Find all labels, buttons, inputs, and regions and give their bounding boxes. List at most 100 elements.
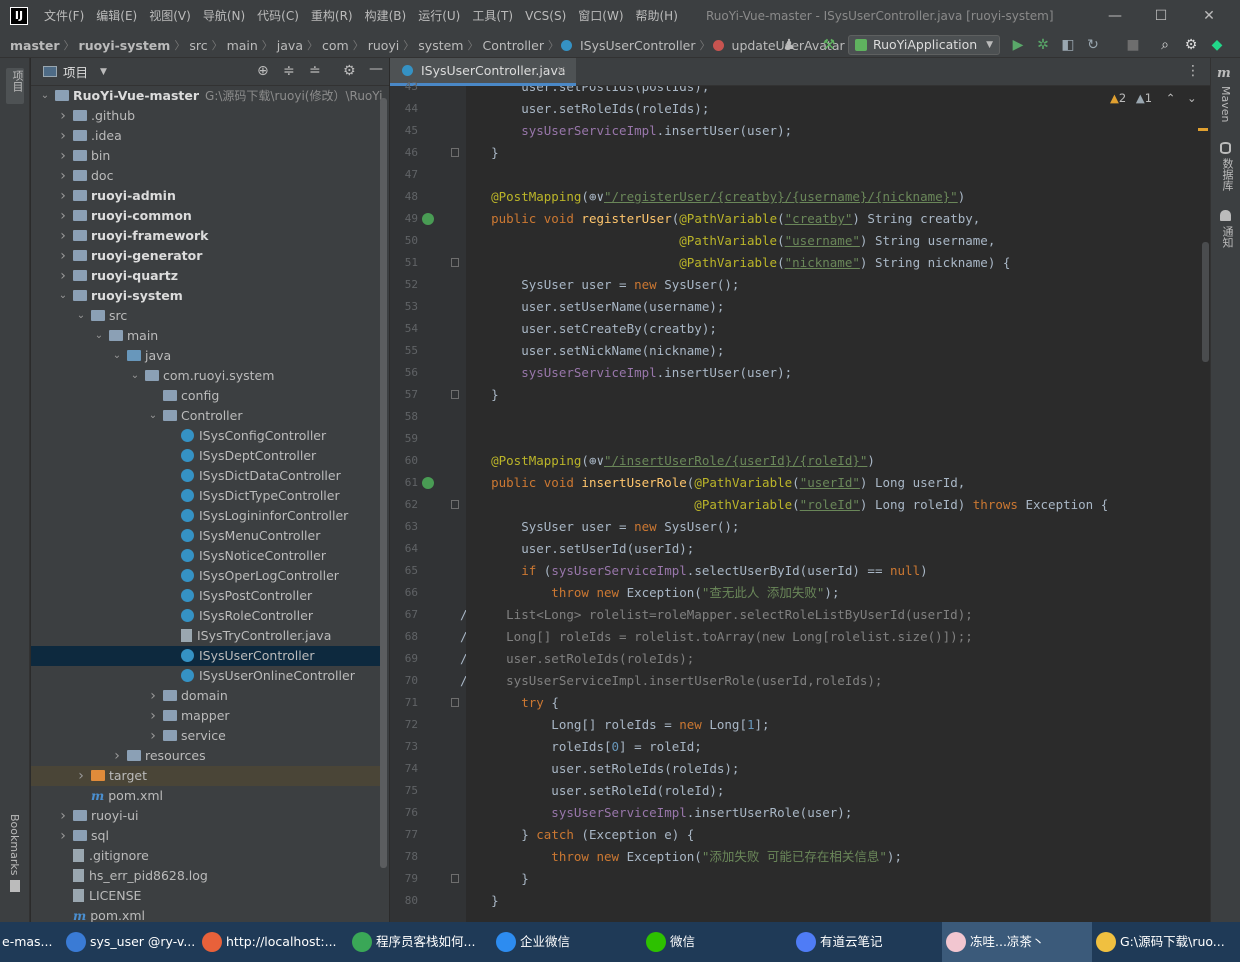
breadcrumb-item[interactable]: ISysUserController: [576, 38, 700, 53]
code-line[interactable]: if (sysUserServiceImpl.selectUserById(us…: [466, 560, 927, 582]
taskbar-item[interactable]: 冻哇...凉茶丶: [942, 922, 1092, 962]
tree-item[interactable]: › target: [31, 766, 383, 786]
code-line[interactable]: public void registerUser(@PathVariable("…: [466, 208, 980, 230]
tree-item[interactable]: ⌄ main: [31, 326, 383, 346]
tree-item[interactable]: › .github: [31, 106, 383, 126]
menu-item-3[interactable]: 导航(N): [197, 0, 251, 32]
tree-item[interactable]: › resources: [31, 746, 383, 766]
tree-item[interactable]: › .idea: [31, 126, 383, 146]
taskbar-item[interactable]: http://localhost:...: [198, 922, 348, 962]
coverage-icon[interactable]: ◧: [1057, 32, 1079, 58]
tree-item[interactable]: ISysLogininforController: [31, 506, 383, 526]
code-line[interactable]: user.setCreateBy(creatby);: [466, 318, 717, 340]
code-line[interactable]: user.setUserId(userId);: [466, 538, 694, 560]
code-line[interactable]: Long[] roleIds = new Long[1];: [466, 714, 769, 736]
project-tool-button[interactable]: 项目: [6, 68, 24, 104]
run-icon[interactable]: ▶: [1007, 32, 1029, 58]
breadcrumb-item[interactable]: Controller: [479, 38, 549, 53]
toolbox-icon[interactable]: ◆: [1206, 32, 1228, 58]
tree-item[interactable]: ISysOperLogController: [31, 566, 383, 586]
collapse-arrow-icon[interactable]: ›: [57, 246, 69, 266]
collapse-arrow-icon[interactable]: ›: [147, 726, 159, 746]
bookmark-icon[interactable]: [10, 880, 20, 892]
collapse-all-icon[interactable]: ≐: [309, 63, 321, 79]
collapse-arrow-icon[interactable]: ›: [57, 826, 69, 846]
close-tab-icon[interactable]: ✕: [557, 58, 566, 84]
tree-item[interactable]: ISysConfigController: [31, 426, 383, 446]
tree-item[interactable]: › ruoyi-framework: [31, 226, 383, 246]
menu-item-2[interactable]: 视图(V): [143, 0, 197, 32]
taskbar-item[interactable]: e-mas...: [0, 922, 62, 962]
tree-item[interactable]: › service: [31, 726, 383, 746]
collapse-arrow-icon[interactable]: ›: [57, 266, 69, 286]
fold-marker-icon[interactable]: [451, 698, 459, 707]
code-line[interactable]: @PostMapping(⊕∨"/insertUserRole/{userId}…: [466, 450, 875, 472]
tree-item[interactable]: › ruoyi-generator: [31, 246, 383, 266]
code-line[interactable]: }: [466, 890, 499, 912]
profile-icon[interactable]: ↻: [1082, 32, 1104, 58]
menu-item-0[interactable]: 文件(F): [38, 0, 90, 32]
code-editor[interactable]: ▲2 ▲1 ⌃ ⌄ user.setPostIds(postIds); user…: [466, 86, 1210, 922]
database-tool-label[interactable]: 数据库: [1219, 158, 1235, 191]
menu-item-8[interactable]: 工具(T): [466, 0, 519, 32]
tree-item[interactable]: ISysTryController.java: [31, 626, 383, 646]
tree-item[interactable]: › ruoyi-quartz: [31, 266, 383, 286]
code-line[interactable]: @PathVariable("roleId") Long roleId) thr…: [466, 494, 1108, 516]
panel-settings-gear-icon[interactable]: ⚙: [343, 63, 356, 79]
menu-item-10[interactable]: 窗口(W): [572, 0, 629, 32]
chevron-down-icon[interactable]: ▼: [100, 67, 107, 77]
code-line[interactable]: user.setRoleIds(roleIds);: [466, 758, 739, 780]
tree-item[interactable]: › ruoyi-admin: [31, 186, 383, 206]
menu-item-1[interactable]: 编辑(E): [90, 0, 143, 32]
breadcrumb-item[interactable]: com: [318, 38, 353, 53]
code-line[interactable]: throw new Exception("查无此人 添加失败");: [466, 582, 839, 604]
code-line[interactable]: SysUser user = new SysUser();: [466, 274, 739, 296]
breadcrumb-item[interactable]: main: [223, 38, 262, 53]
tree-item[interactable]: › mapper: [31, 706, 383, 726]
collapse-arrow-icon[interactable]: ›: [57, 146, 69, 166]
code-line[interactable]: user.setPostIds(postIds);: [466, 86, 709, 98]
maximize-button[interactable]: ☐: [1138, 0, 1184, 32]
code-line[interactable]: roleIds[0] = roleId;: [466, 736, 702, 758]
tree-item[interactable]: ⌄ java: [31, 346, 383, 366]
collapse-arrow-icon[interactable]: ›: [75, 766, 87, 786]
tree-item[interactable]: ⌄ Controller: [31, 406, 383, 426]
collapse-arrow-icon[interactable]: ›: [57, 166, 69, 186]
code-line[interactable]: SysUser user = new SysUser();: [466, 516, 739, 538]
collapse-arrow-icon[interactable]: ›: [147, 686, 159, 706]
code-line[interactable]: public void insertUserRole (@PathVariable…: [466, 472, 965, 494]
debug-icon[interactable]: ✲: [1032, 32, 1054, 58]
fold-marker-icon[interactable]: [451, 874, 459, 883]
code-line[interactable]: user.setRoleIds(roleIds);: [466, 648, 694, 670]
run-gutter-icon[interactable]: [422, 213, 434, 225]
code-line[interactable]: @PathVariable("nickname") String nicknam…: [466, 252, 1010, 274]
minimize-button[interactable]: —: [1092, 0, 1138, 32]
close-window-button[interactable]: ✕: [1186, 0, 1232, 32]
database-icon[interactable]: [1220, 142, 1231, 154]
notification-bell-icon[interactable]: [1220, 210, 1231, 221]
tree-item[interactable]: ISysPostController: [31, 586, 383, 606]
code-line[interactable]: @PathVariable("username") String usernam…: [466, 230, 995, 252]
tree-item[interactable]: › doc: [31, 166, 383, 186]
expand-arrow-icon[interactable]: ⌄: [75, 306, 87, 326]
collapse-arrow-icon[interactable]: ›: [57, 226, 69, 246]
maven-icon[interactable]: m: [1217, 66, 1231, 81]
taskbar-item[interactable]: 微信: [642, 922, 792, 962]
fold-marker-icon[interactable]: [451, 148, 459, 157]
code-line[interactable]: throw new Exception("添加失败 可能已存在相关信息");: [466, 846, 902, 868]
tree-item[interactable]: ISysUserOnlineController: [31, 666, 383, 686]
breadcrumb-item[interactable]: ruoyi: [364, 38, 404, 53]
tree-item[interactable]: ISysDictTypeController: [31, 486, 383, 506]
maven-tool-label[interactable]: Maven: [1219, 86, 1232, 122]
intellij-logo-icon[interactable]: IJ: [10, 7, 28, 25]
tree-item[interactable]: ⌄ com.ruoyi.system: [31, 366, 383, 386]
expand-arrow-icon[interactable]: ⌄: [147, 406, 159, 426]
tree-item[interactable]: › ruoyi-ui: [31, 806, 383, 826]
tree-item[interactable]: ISysDictDataController: [31, 466, 383, 486]
tree-item[interactable]: › domain: [31, 686, 383, 706]
collapse-arrow-icon[interactable]: ›: [57, 126, 69, 146]
code-line[interactable]: } catch (Exception e) {: [466, 824, 694, 846]
tree-item[interactable]: ⌄ ruoyi-system: [31, 286, 383, 306]
tree-item[interactable]: ⌄ RuoYi-Vue-master G:\源码下载\ruoyi(修改）\RuoYi…: [31, 86, 383, 106]
hide-panel-icon[interactable]: —: [369, 61, 383, 77]
